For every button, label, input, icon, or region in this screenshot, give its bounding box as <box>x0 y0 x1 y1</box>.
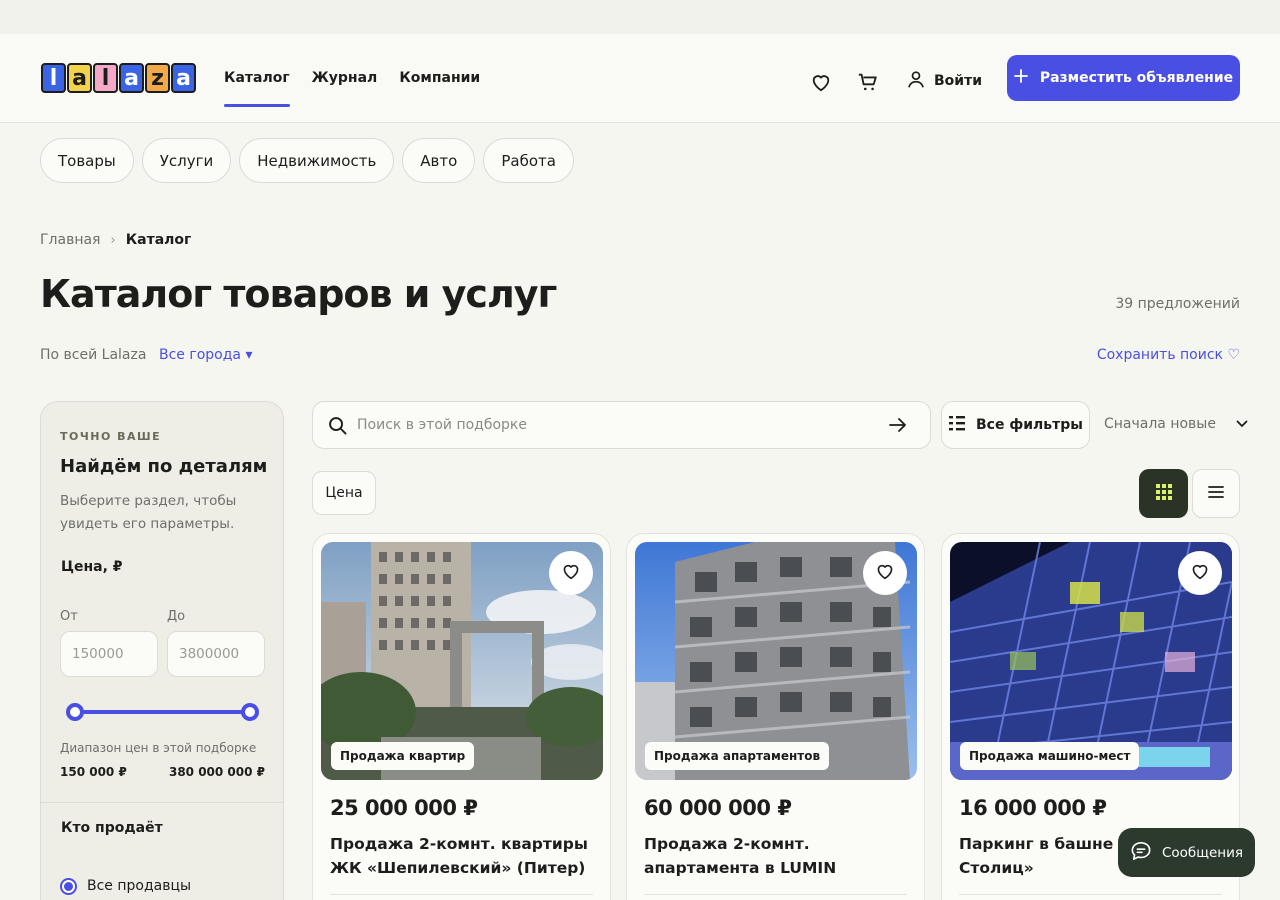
search-box <box>312 401 931 449</box>
listing-category-tag: Продажа апартаментов <box>645 742 830 770</box>
scope-label: По всей Lalaza <box>40 347 147 363</box>
top-strip <box>0 0 1280 34</box>
sort-label: Сначала новые <box>1104 416 1216 432</box>
listing-price: 25 000 000 ₽ <box>330 796 478 820</box>
heart-icon <box>561 562 581 584</box>
filter-sidebar: ТОЧНО ВАШЕ Найдём по деталям Выберите ра… <box>40 401 284 900</box>
grid-icon <box>1155 483 1172 504</box>
messages-label: Сообщения <box>1161 844 1243 861</box>
price-filter-label: Цена, ₽ <box>61 559 123 575</box>
price-to-input[interactable] <box>167 631 265 677</box>
sidebar-eyebrow: ТОЧНО ВАШЕ <box>60 430 162 443</box>
category-chip-realty[interactable]: Недвижимость <box>239 138 395 183</box>
heart-icon <box>1190 562 1210 584</box>
sidebar-description: Выберите раздел, чтобы увидеть его парам… <box>60 493 237 532</box>
plus-icon <box>1013 69 1028 87</box>
category-chip-auto[interactable]: Авто <box>402 138 476 183</box>
price-range-caption: Диапазон цен в этой подборке <box>60 741 257 755</box>
price-from-input[interactable] <box>60 631 158 677</box>
all-filters-button[interactable]: Все фильтры <box>941 401 1090 449</box>
price-range-track[interactable] <box>75 710 250 714</box>
listing-price: 16 000 000 ₽ <box>959 796 1107 820</box>
card-divider <box>330 894 593 895</box>
arrow-right-icon[interactable] <box>889 417 907 437</box>
user-icon <box>906 69 926 93</box>
price-from-label: От <box>60 609 78 624</box>
site-header: l a l a z a Каталог Журнал Компании Войт… <box>0 34 1280 123</box>
category-chip-services[interactable]: Услуги <box>141 138 232 183</box>
sort-select[interactable]: Сначала новые <box>1104 416 1248 432</box>
breadcrumb-home[interactable]: Главная <box>40 232 100 248</box>
card-divider <box>959 894 1222 895</box>
save-search-link[interactable]: Сохранить поиск ♡ <box>1097 347 1240 363</box>
favorite-button[interactable] <box>1178 551 1222 595</box>
listing-title[interactable]: Продажа 2-комнт. квартиры ЖК «Шепилевски… <box>330 832 598 880</box>
logo-letter: l <box>93 63 118 93</box>
breadcrumb-separator: › <box>110 232 116 248</box>
logo-letter: a <box>171 63 196 93</box>
login-link[interactable]: Войти <box>906 69 982 93</box>
offers-count: 39 предложений <box>1115 296 1240 312</box>
category-chips: Товары Услуги Недвижимость Авто Работа <box>40 138 574 183</box>
heart-icon <box>875 562 895 584</box>
filters-icon <box>948 414 966 436</box>
nav-catalog[interactable]: Каталог <box>224 70 290 107</box>
search-icon <box>328 416 347 439</box>
heart-icon[interactable] <box>809 70 833 94</box>
sidebar-divider <box>41 802 283 803</box>
city-selector[interactable]: Все города ▾ <box>159 347 252 363</box>
lalaza-logo[interactable]: l a l a z a <box>41 63 196 93</box>
main-nav: Каталог Журнал Компании <box>224 70 480 107</box>
listing-category-tag: Продажа квартир <box>331 742 475 770</box>
list-view-button[interactable] <box>1192 469 1240 518</box>
logo-letter: z <box>145 63 170 93</box>
nav-companies[interactable]: Компании <box>399 70 480 96</box>
price-filter-pill[interactable]: Цена <box>312 471 376 515</box>
price-range-max: 380 000 000 ₽ <box>168 765 265 779</box>
price-range-min-handle[interactable] <box>66 703 84 721</box>
nav-journal[interactable]: Журнал <box>312 70 378 96</box>
listing-title[interactable]: Продажа 2-комнт. апартамента в LUMIN <box>644 832 912 880</box>
listing-card[interactable]: Продажа апартаментов 60 000 000 ₽ Продаж… <box>626 533 925 900</box>
logo-letter: l <box>41 63 66 93</box>
sidebar-heading: Найдём по деталям <box>60 456 268 477</box>
price-to-label: До <box>167 609 186 624</box>
grid-view-button[interactable] <box>1139 469 1188 518</box>
post-ad-label: Разместить объявление <box>1039 70 1234 86</box>
logo-letter: a <box>119 63 144 93</box>
breadcrumb: Главная › Каталог <box>40 232 191 248</box>
breadcrumb-current: Каталог <box>125 232 192 248</box>
chat-bubble-icon <box>1130 841 1152 865</box>
all-filters-label: Все фильтры <box>976 417 1083 433</box>
category-chip-goods[interactable]: Товары <box>40 138 134 183</box>
listing-price: 60 000 000 ₽ <box>644 796 792 820</box>
page-title: Каталог товаров и услуг <box>40 272 557 316</box>
card-divider <box>644 894 907 895</box>
seller-all-label[interactable]: Все продавцы <box>87 878 191 894</box>
price-range-min: 150 000 ₽ <box>60 765 127 779</box>
cart-icon[interactable] <box>856 70 880 94</box>
search-input[interactable] <box>357 402 877 448</box>
favorite-button[interactable] <box>549 551 593 595</box>
seller-all-radio[interactable] <box>60 878 77 895</box>
list-icon <box>1208 484 1224 503</box>
logo-letter: a <box>67 63 92 93</box>
favorite-button[interactable] <box>863 551 907 595</box>
messages-chat-button[interactable]: Сообщения <box>1118 828 1255 877</box>
post-ad-button[interactable]: Разместить объявление <box>1007 55 1240 101</box>
category-chip-jobs[interactable]: Работа <box>483 138 574 183</box>
listing-card[interactable]: Продажа квартир 25 000 000 ₽ Продажа 2-к… <box>312 533 611 900</box>
login-label: Войти <box>934 73 983 89</box>
price-range-max-handle[interactable] <box>241 703 259 721</box>
seller-filter-label: Кто продаёт <box>61 820 163 836</box>
chevron-down-icon <box>1236 416 1248 432</box>
listing-category-tag: Продажа машино-мест <box>960 742 1140 770</box>
